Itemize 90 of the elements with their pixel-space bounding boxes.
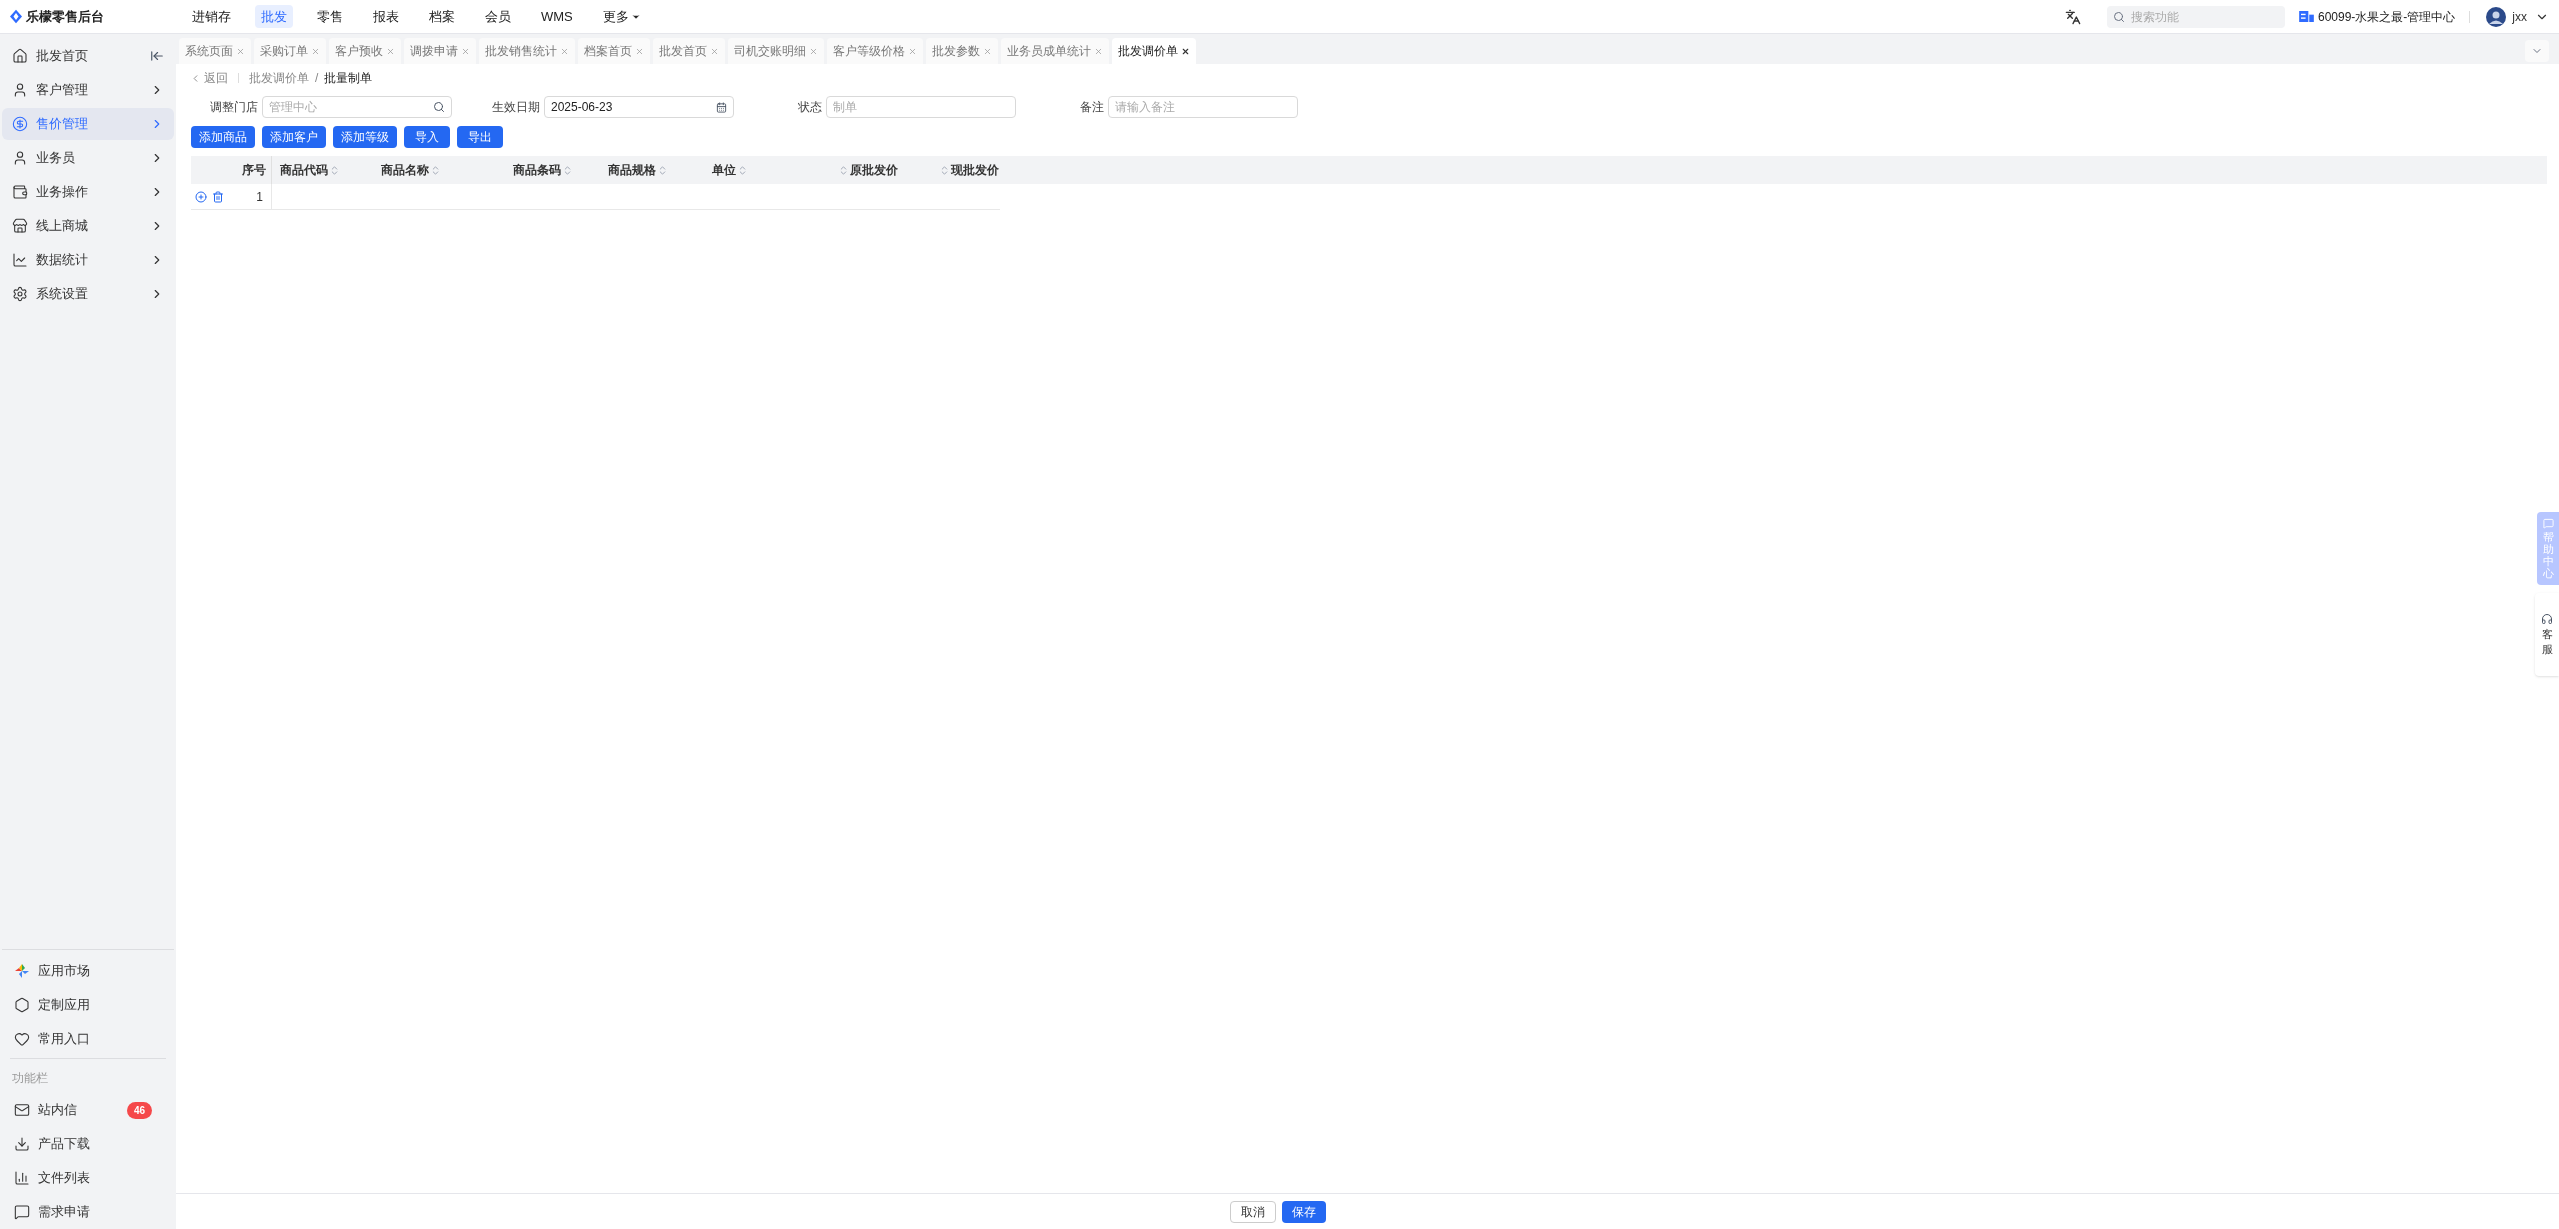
sidebar-item[interactable]: 业务操作 [2,176,174,208]
field-label: 生效日期 [491,99,540,116]
store-icon [2298,11,2314,22]
top-nav-item[interactable]: 零售 [311,4,349,29]
page-tab[interactable]: 客户预收 [329,38,401,64]
page-tab[interactable]: 司机交账明细 [728,38,824,64]
heart-icon [14,1031,30,1047]
language-icon[interactable] [2064,8,2081,25]
column-header: 序号 [242,162,266,179]
top-nav-item[interactable]: 更多 [596,4,647,29]
sidebar-item[interactable]: 文件列表 [2,1161,174,1195]
page-tab[interactable]: 档案首页 [578,38,650,64]
action-button[interactable]: 添加商品 [191,126,255,148]
column-header: 商品规格 [608,162,656,179]
sort-icon[interactable] [939,164,950,176]
sort-icon[interactable] [562,164,573,176]
row-index: 1 [256,188,263,206]
sidebar-item[interactable]: 常用入口 [2,1022,174,1056]
calendar-icon [716,101,727,113]
top-nav-item[interactable]: 报表 [367,4,405,29]
column-header: 单位 [712,162,736,179]
page-tab[interactable]: 系统页面 [179,38,251,64]
sort-icon[interactable] [737,164,748,176]
store-name[interactable]: 60099-水果之最-管理中心 [2317,7,2456,26]
sort-icon[interactable] [838,164,849,176]
sidebar-item[interactable]: 售价管理 [2,108,174,140]
section-label: 功能栏 [12,1071,48,1085]
sidebar-item[interactable]: 定制应用 [2,988,174,1022]
search-icon [433,101,445,113]
sidebar-item[interactable]: 产品下载 [2,1127,174,1161]
page-tab[interactable]: 批发调价单 [1112,38,1196,64]
avatar-icon[interactable] [2486,6,2507,27]
delete-icon[interactable] [212,190,224,203]
sidebar-item[interactable]: 数据统计 [2,244,174,276]
close-icon[interactable] [1181,46,1190,56]
app-name: 乐檬零售后台 [26,7,105,26]
breadcrumb-link[interactable]: 批发调价单 [249,69,309,87]
user-name[interactable]: jxx [2512,7,2527,26]
top-nav-item[interactable]: 档案 [423,4,461,29]
sidebar-item[interactable]: 业务员 [2,142,174,174]
sidebar-item[interactable]: 客户管理 [2,74,174,106]
column-header: 商品名称 [381,162,429,179]
column-header: 商品条码 [513,162,561,179]
top-nav-item[interactable]: WMS [535,4,579,29]
add-row-icon[interactable] [195,190,207,203]
page-tab[interactable]: 业务员成单统计 [1001,38,1109,64]
sidebar-item[interactable]: 应用市场 [2,954,174,988]
page-tab[interactable]: 调拨申请 [404,38,476,64]
sort-icon[interactable] [329,164,340,176]
page-tab[interactable]: 客户等级价格 [827,38,923,64]
app-market-icon [14,963,30,979]
sidebar-item[interactable]: 站内信 46 [2,1093,174,1127]
action-button[interactable]: 添加客户 [262,126,326,148]
column-header: 原批发价 [850,162,898,179]
field-label: 备注 [1079,99,1104,116]
field-label: 状态 [797,99,822,116]
sidebar-item[interactable]: 需求申请 [2,1195,174,1229]
headset-icon [2541,613,2553,626]
sort-icon[interactable] [430,164,441,176]
unread-badge: 46 [126,1101,152,1119]
message-icon [2542,518,2554,529]
action-button[interactable]: 导出 [457,126,503,148]
sidebar-item[interactable]: 批发首页 [2,40,174,72]
search-icon [2112,10,2125,23]
collapse-icon[interactable] [150,49,164,63]
page-tab[interactable]: 采购订单 [254,38,326,64]
page-tab[interactable]: 批发销售统计 [479,38,575,64]
column-header: 商品代码 [280,162,328,179]
logo-icon [10,9,22,24]
date-field[interactable]: 2025-06-23 [544,96,734,118]
field-label: 调整门店 [209,99,258,116]
top-nav-item[interactable]: 会员 [479,4,517,29]
action-button[interactable]: 导入 [404,126,450,148]
column-header: 现批发价 [951,162,999,179]
hexagon-icon [14,997,30,1013]
sidebar-item[interactable]: 系统设置 [2,278,174,310]
sort-icon[interactable] [657,164,668,176]
tabs-dropdown-button[interactable] [2525,40,2549,62]
breadcrumb-separator: / [315,70,319,87]
sidebar-item[interactable]: 线上商城 [2,210,174,242]
top-nav-item[interactable]: 进销存 [186,4,237,29]
back-link[interactable]: 返回 [190,69,228,87]
save-button[interactable]: 保存 [1281,1200,1326,1223]
action-button[interactable]: 添加等级 [333,126,397,148]
page-tab[interactable]: 批发参数 [926,38,998,64]
breadcrumb-current: 批量制单 [324,70,373,87]
cancel-button[interactable]: 取消 [1229,1200,1276,1223]
top-nav-item[interactable]: 批发 [255,4,293,29]
customer-service-button[interactable]: 客服 [2535,593,2559,676]
page-tab[interactable]: 批发首页 [653,38,725,64]
